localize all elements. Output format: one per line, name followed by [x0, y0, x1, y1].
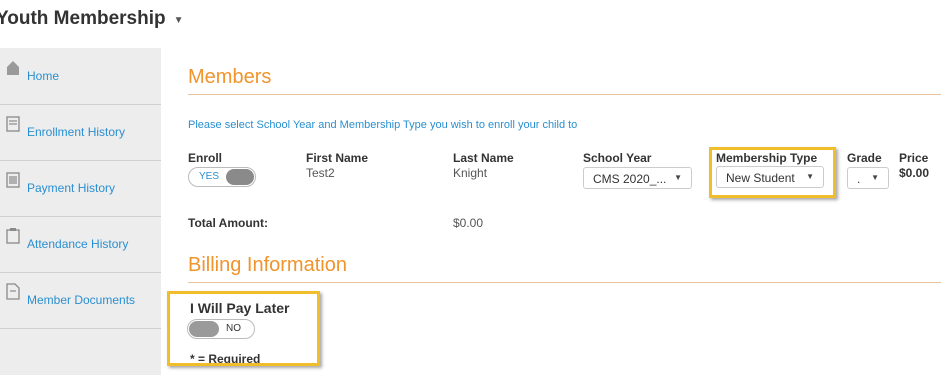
sidebar-item-label: Member Documents	[27, 293, 136, 307]
dropdown-arrow-icon: ▼	[674, 173, 682, 182]
caret-down-icon[interactable]: ▼	[174, 15, 184, 26]
home-icon	[7, 61, 19, 75]
enroll-toggle[interactable]: YES	[188, 167, 256, 187]
sidebar-item-attendance-history[interactable]: Attendance History	[0, 216, 161, 273]
members-divider	[188, 94, 941, 95]
app-title[interactable]: Youth Membership ▼	[0, 8, 184, 30]
sidebar-item-label: Attendance History	[27, 237, 129, 251]
enroll-toggle-label: YES	[199, 171, 220, 182]
total-amount-value: $0.00	[453, 216, 484, 230]
grade-value: .	[857, 172, 861, 186]
list-icon	[6, 116, 20, 132]
membership-type-highlight	[709, 147, 836, 198]
column-header-grade: Grade	[847, 151, 882, 165]
column-header-enroll: Enroll	[188, 151, 223, 165]
grade-select[interactable]: . ▼	[847, 167, 889, 189]
members-title: Members	[188, 66, 272, 88]
price-value: $0.00	[899, 166, 930, 180]
sidebar: Home Enrollment History Payment History …	[0, 48, 161, 375]
document-icon	[6, 283, 20, 300]
column-header-first-name: First Name	[306, 151, 369, 165]
billing-title: Billing Information	[188, 254, 347, 276]
school-year-value: CMS 2020_...	[593, 172, 667, 186]
pay-later-highlight	[167, 291, 320, 366]
sidebar-item-enrollment-history[interactable]: Enrollment History	[0, 104, 161, 161]
total-amount-label: Total Amount:	[188, 216, 268, 230]
clipboard-icon	[6, 228, 20, 244]
column-header-price: Price	[899, 151, 929, 165]
app-title-text: Youth Membership	[0, 8, 166, 29]
first-name-value: Test2	[306, 166, 335, 180]
payment-icon	[6, 172, 20, 188]
sidebar-item-home[interactable]: Home	[0, 48, 161, 105]
sidebar-item-label: Home	[27, 69, 60, 83]
sidebar-item-label: Enrollment History	[27, 125, 126, 139]
toggle-knob	[226, 169, 254, 185]
dropdown-arrow-icon: ▼	[871, 173, 879, 182]
sidebar-item-payment-history[interactable]: Payment History	[0, 160, 161, 217]
billing-divider	[188, 282, 941, 283]
last-name-value: Knight	[453, 166, 488, 180]
column-header-school-year: School Year	[583, 151, 652, 165]
column-header-last-name: Last Name	[453, 151, 514, 165]
enroll-instruction: Please select School Year and Membership…	[188, 119, 578, 131]
sidebar-item-member-documents[interactable]: Member Documents	[0, 272, 161, 329]
sidebar-item-label: Payment History	[27, 181, 116, 195]
school-year-select[interactable]: CMS 2020_... ▼	[583, 167, 692, 189]
